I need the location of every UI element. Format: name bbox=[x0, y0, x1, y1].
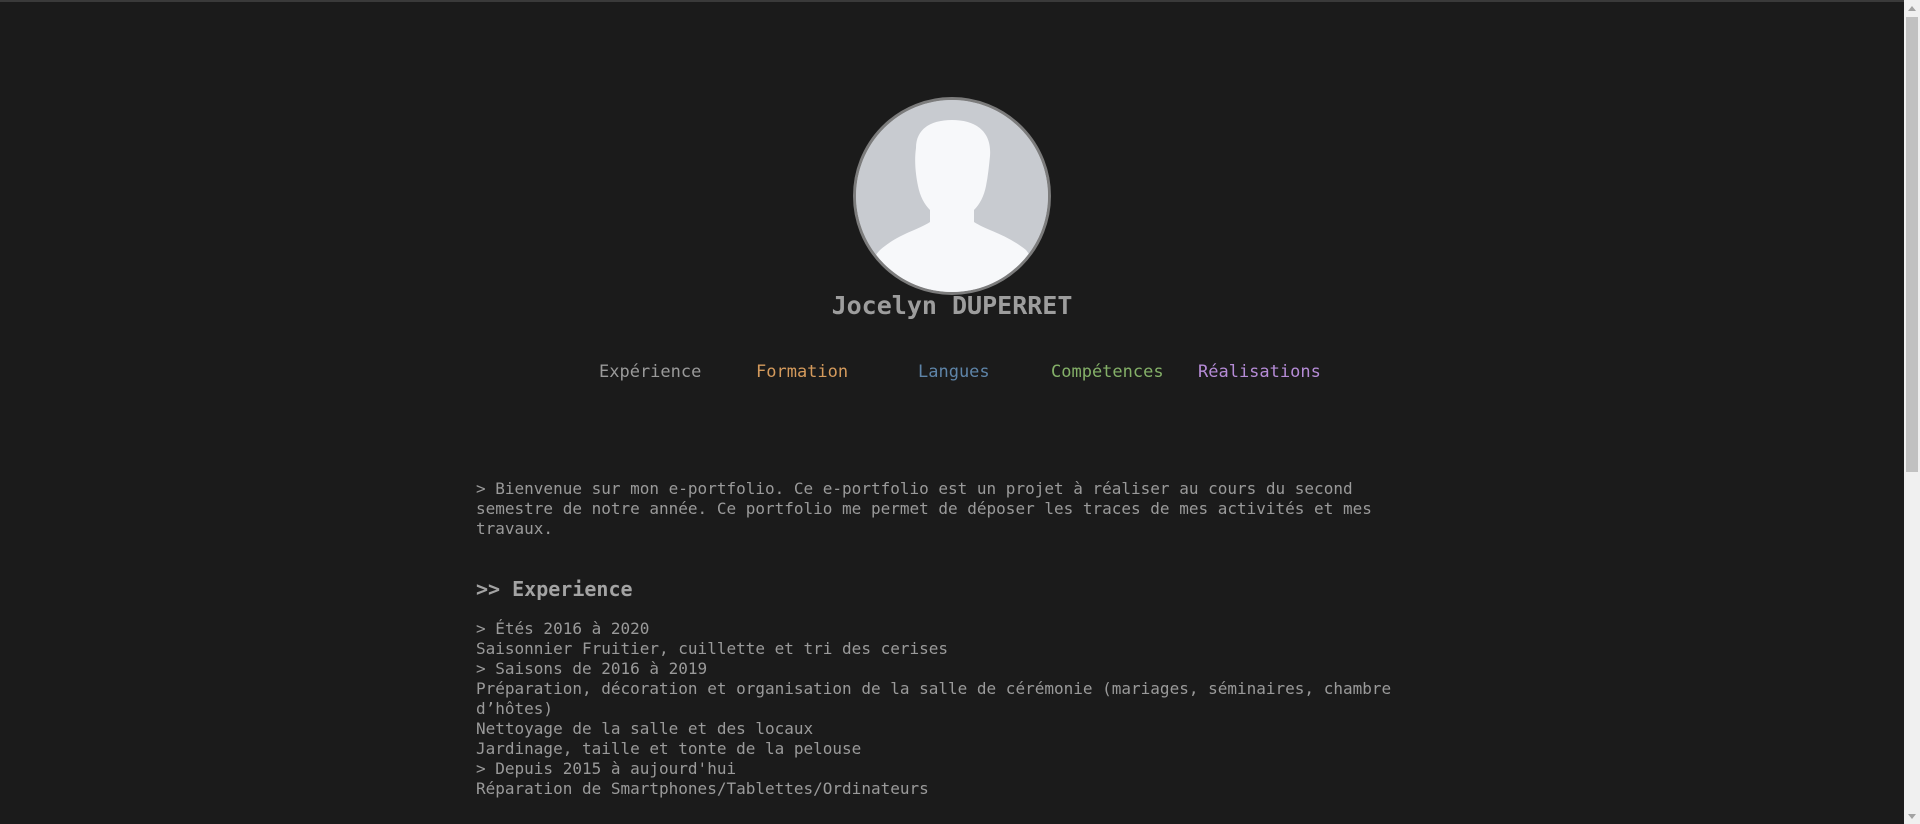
avatar bbox=[853, 97, 1051, 295]
scroll-down-arrow-icon[interactable] bbox=[1904, 808, 1920, 824]
scrollbar-thumb[interactable] bbox=[1906, 17, 1918, 472]
nav-link-realisations[interactable]: Réalisations bbox=[1198, 362, 1321, 382]
nav-link-formation[interactable]: Formation bbox=[756, 362, 848, 382]
nav-link-langues[interactable]: Langues bbox=[918, 362, 990, 382]
experience-item: Jardinage, taille et tonte de la pelouse bbox=[476, 739, 862, 758]
experience-period: > Depuis 2015 à aujourd'hui bbox=[476, 759, 737, 778]
vertical-scrollbar[interactable] bbox=[1904, 0, 1920, 824]
experience-period: > Saisons de 2016 à 2019 bbox=[476, 659, 708, 678]
scroll-up-arrow-icon[interactable] bbox=[1904, 0, 1920, 16]
experience-heading: >> Experience bbox=[476, 577, 633, 601]
profile-name: Jocelyn DUPERRET bbox=[831, 291, 1073, 320]
experience-list: > Étés 2016 à 2020 Saisonnier Fruitier, … bbox=[476, 619, 1396, 799]
experience-item: Nettoyage de la salle et des locaux bbox=[476, 719, 814, 738]
nav-link-experience[interactable]: Expérience bbox=[599, 362, 701, 382]
experience-period: > Étés 2016 à 2020 bbox=[476, 619, 650, 638]
nav-link-competences[interactable]: Compétences bbox=[1051, 362, 1164, 382]
intro-paragraph: > Bienvenue sur mon e-portfolio. Ce e-po… bbox=[476, 479, 1372, 538]
experience-item: Réparation de Smartphones/Tablettes/Ordi… bbox=[476, 779, 929, 798]
experience-item: Saisonnier Fruitier, cuillette et tri de… bbox=[476, 639, 949, 658]
window-top-border bbox=[0, 0, 1904, 2]
person-silhouette-icon bbox=[856, 100, 1048, 292]
experience-item: Préparation, décoration et organisation … bbox=[476, 679, 1392, 718]
